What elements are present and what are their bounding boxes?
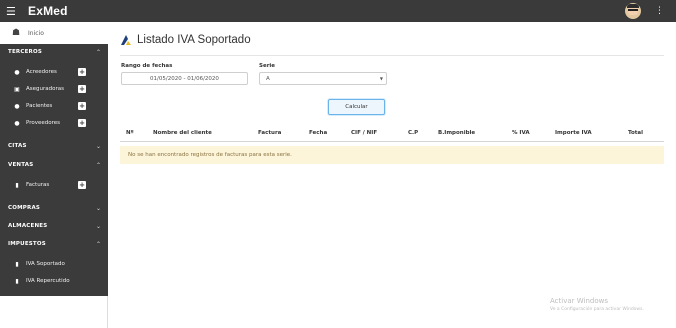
add-paciente-button[interactable]: + <box>78 102 86 110</box>
sidebar-item-proveedores[interactable]: ● Proveedores + <box>0 115 108 131</box>
title-divider <box>120 55 664 56</box>
calculate-button[interactable]: Calcular <box>328 99 385 115</box>
sidebar-section-impuestos[interactable]: IMPUESTOS ⌃ <box>0 236 108 252</box>
sidebar-section-ventas[interactable]: VENTAS ⌃ <box>0 157 108 173</box>
user-icon: ● <box>14 119 20 127</box>
sidebar-section-terceros[interactable]: TERCEROS ⌃ <box>0 44 108 60</box>
add-aseguradora-button[interactable]: + <box>78 85 86 93</box>
column-header[interactable]: B.Imponible <box>438 130 475 136</box>
empty-results-alert: No se han encontrado registros de factur… <box>120 146 664 164</box>
caret-down-icon: ▼ <box>379 76 383 81</box>
table-header: Nº Nombre del cliente Factura Fecha CIF … <box>120 126 664 142</box>
more-options-icon[interactable]: ⋮ <box>655 6 664 16</box>
document-icon: ▮ <box>15 181 19 189</box>
chevron-up-icon: ⌃ <box>95 48 101 56</box>
user-icon: ● <box>14 68 20 76</box>
date-range-input[interactable]: 01/05/2020 - 01/06/2020 <box>121 72 248 85</box>
home-icon: ☗ <box>12 28 21 38</box>
column-header[interactable]: % IVA <box>512 130 530 136</box>
sidebar-section-citas[interactable]: CITAS ⌄ <box>0 138 108 154</box>
top-bar: ☰ ExMed ⋮ <box>0 0 676 22</box>
column-header[interactable]: Fecha <box>309 130 327 136</box>
app-title[interactable]: ExMed <box>28 4 68 18</box>
chevron-down-icon: ⌄ <box>95 222 101 230</box>
menu-icon[interactable]: ☰ <box>6 6 24 17</box>
sidebar-item-acreedores[interactable]: ● Acreedores + <box>0 64 108 80</box>
date-range-label: Rango de fechas <box>121 63 173 69</box>
sidebar-item-facturas[interactable]: ▮ Facturas + <box>0 177 108 193</box>
column-header[interactable]: Nº <box>126 130 134 136</box>
sidebar-item-aseguradoras[interactable]: ▣ Aseguradoras + <box>0 81 108 97</box>
chevron-down-icon: ⌄ <box>95 142 101 150</box>
add-factura-button[interactable]: + <box>78 181 86 189</box>
users-icon: ● <box>14 102 20 110</box>
chevron-up-icon: ⌃ <box>95 161 101 169</box>
column-header[interactable]: C.P <box>408 130 418 136</box>
avatar[interactable] <box>625 3 641 19</box>
tax-icon <box>121 35 131 45</box>
column-header[interactable]: Factura <box>258 130 281 136</box>
serie-selected-value: A <box>266 75 270 82</box>
sidebar-section-almacenes[interactable]: ALMACENES ⌄ <box>0 218 108 234</box>
document-icon: ▮ <box>15 260 19 268</box>
sidebar-item-label: Inicio <box>28 29 44 37</box>
serie-label: Serie <box>259 63 276 69</box>
page-title: Listado IVA Soportado <box>120 34 251 46</box>
serie-select[interactable]: A ▼ <box>259 72 387 85</box>
column-header[interactable]: Nombre del cliente <box>153 130 212 136</box>
chevron-down-icon: ⌄ <box>95 204 101 212</box>
sidebar-item-inicio[interactable]: ☗ Inicio <box>0 22 108 44</box>
column-header[interactable]: Importe IVA <box>555 130 592 136</box>
document-icon: ▮ <box>15 277 19 285</box>
top-right-controls: ⋮ <box>625 3 664 19</box>
column-header[interactable]: CIF / NIF <box>351 130 377 136</box>
main-content: Listado IVA Soportado Rango de fechas 01… <box>108 22 676 328</box>
add-acreedor-button[interactable]: + <box>78 68 86 76</box>
add-proveedor-button[interactable]: + <box>78 119 86 127</box>
sidebar-item-iva-soportado[interactable]: ▮ IVA Soportado <box>0 256 108 272</box>
briefcase-icon: ▣ <box>14 85 20 93</box>
sidebar-section-compras[interactable]: COMPRAS ⌄ <box>0 200 108 216</box>
column-header[interactable]: Total <box>628 130 643 136</box>
chevron-up-icon: ⌃ <box>95 240 101 248</box>
windows-activation-watermark: Activar Windows Ve a Configuración para … <box>550 297 644 312</box>
sidebar-item-pacientes[interactable]: ● Pacientes + <box>0 98 108 114</box>
sidebar-item-iva-repercutido[interactable]: ▮ IVA Repercutido <box>0 273 108 289</box>
